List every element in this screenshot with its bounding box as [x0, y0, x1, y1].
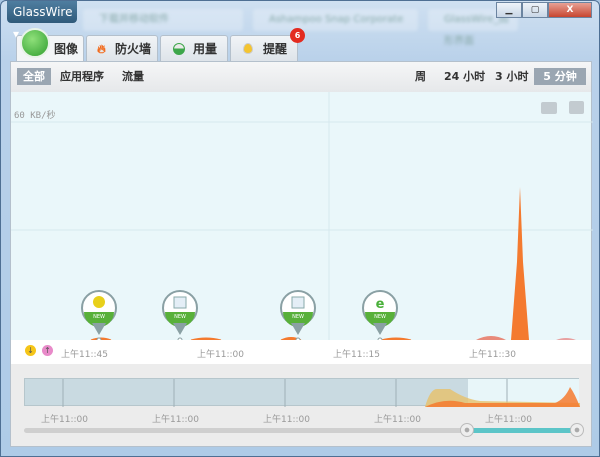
traffic-spike: [511, 187, 529, 340]
filter-apps[interactable]: 应用程序: [60, 68, 104, 85]
ie-app-icon: e: [376, 297, 385, 312]
overview-tick: 上午11::00: [485, 415, 532, 425]
filter-bar: 全部 应用程序 流量 周 24 小时 3 小时 5 分钟: [11, 62, 591, 92]
range-slider-left-handle[interactable]: [460, 423, 474, 437]
new-label: NEW: [174, 314, 186, 320]
axis-tick: 上午11::15: [333, 350, 380, 360]
download-legend-icon[interactable]: ↓: [25, 345, 36, 356]
graph-icon: [20, 28, 50, 58]
tab-label: 图像: [54, 42, 79, 56]
background-tab: Ashampoo Snap Corporate: [253, 9, 418, 31]
new-label: NEW: [292, 314, 304, 320]
glasswire-menu-button[interactable]: GlassWire ▾: [7, 1, 77, 41]
overview-tick: 上午11::00: [263, 415, 310, 425]
app-window: GlassWire ▾ 下载并移动软件 Ashampoo Snap Corpor…: [0, 0, 600, 457]
filter-traffic[interactable]: 流量: [122, 68, 144, 85]
tab-usage[interactable]: 用量: [160, 35, 228, 62]
fire-icon: 🔥︎: [97, 42, 106, 56]
360-app-icon: [93, 296, 105, 308]
app-event-marker[interactable]: NEW: [162, 290, 198, 343]
tab-label: 用量: [193, 42, 218, 56]
range-slider-right-handle[interactable]: [570, 423, 584, 437]
close-button[interactable]: X: [548, 2, 592, 18]
usage-icon: [173, 43, 185, 55]
axis-tick: 上午11::00: [197, 350, 244, 360]
alert-pin-icon: [243, 43, 253, 54]
range-3h[interactable]: 3 小时: [495, 68, 528, 85]
background-tab: 下载并移动软件: [83, 9, 243, 31]
new-label: NEW: [374, 314, 386, 320]
tab-label: 提醒: [263, 42, 288, 56]
overview-tick: 上午11::00: [374, 415, 421, 425]
window-app-icon: [291, 296, 305, 309]
app-event-marker[interactable]: NEW: [280, 290, 316, 343]
tab-firewall[interactable]: 🔥︎ 防火墙: [86, 35, 158, 62]
tab-graph[interactable]: 图像: [16, 28, 84, 62]
new-label: NEW: [93, 314, 105, 320]
overview-timeline[interactable]: [24, 378, 580, 407]
range-week[interactable]: 周: [415, 68, 426, 85]
range-slider-selection[interactable]: [467, 428, 577, 433]
tab-alerts[interactable]: 提醒 6: [230, 28, 305, 62]
filter-all[interactable]: 全部: [17, 68, 51, 85]
upload-legend-icon[interactable]: ↑: [42, 345, 53, 356]
app-event-marker[interactable]: NEW: [81, 290, 117, 343]
range-24h[interactable]: 24 小时: [444, 68, 485, 85]
overview-tick: 上午11::00: [41, 415, 88, 425]
tab-label: 防火墙: [115, 42, 152, 56]
main-panel: 全部 应用程序 流量 周 24 小时 3 小时 5 分钟 60 KB/秒 NEW…: [10, 61, 593, 447]
app-event-marker[interactable]: e NEW: [362, 290, 398, 343]
maximize-button[interactable]: ▢: [522, 2, 548, 18]
time-axis: ↓ ↑ 上午11::45 上午11::00 上午11::15 上午11::30: [11, 340, 591, 364]
axis-tick: 上午11::30: [469, 350, 516, 360]
axis-tick: 上午11::45: [61, 350, 108, 360]
overview-svg: [62, 379, 580, 407]
range-5min[interactable]: 5 分钟: [534, 68, 586, 85]
window-app-icon: [173, 296, 187, 309]
minimize-button[interactable]: ▁: [496, 2, 522, 18]
alert-count-badge: 6: [290, 28, 305, 43]
overview-tick: 上午11::00: [152, 415, 199, 425]
